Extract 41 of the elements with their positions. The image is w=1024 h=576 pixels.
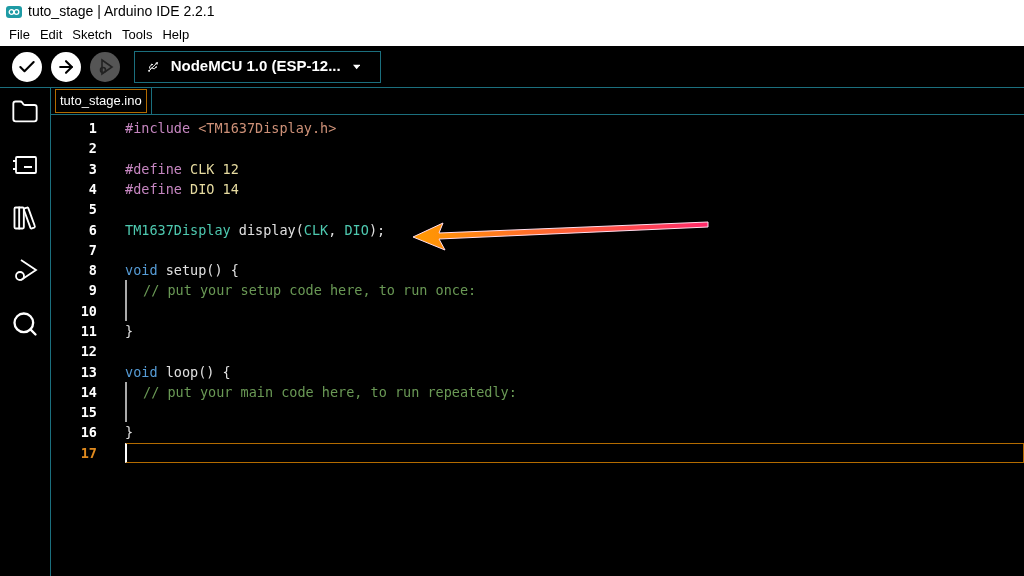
line-number: 3 [87, 159, 97, 179]
code-line: #include <TM1637Display.h> [125, 119, 337, 138]
line-number: 4 [87, 179, 97, 199]
line-number: 2 [87, 139, 97, 159]
upload-button[interactable] [51, 51, 81, 82]
file-tab[interactable]: tuto_stage.ino [55, 89, 147, 113]
menu-item[interactable]: File [4, 24, 35, 45]
search-icon[interactable] [11, 310, 39, 338]
code-line: #define DIO 14 [125, 179, 239, 199]
line-number: 6 [87, 220, 97, 240]
code-line: TM1637Display display(CLK, DIO); [125, 220, 386, 240]
menu-item[interactable]: Tools [117, 24, 158, 45]
menu-item[interactable]: Edit [34, 24, 68, 45]
line-number: 16 [79, 423, 97, 443]
line-number: 12 [79, 342, 97, 362]
code-line: } [125, 322, 134, 341]
line-number: 9 [87, 281, 97, 301]
code-line: // put your setup code here, to run once: [125, 280, 477, 301]
line-number: 5 [87, 200, 97, 220]
line-number: 14 [79, 382, 97, 402]
code-line: #define CLK 12 [125, 159, 239, 179]
line-number: 1 [87, 119, 97, 138]
line-number: 10 [79, 301, 97, 321]
line-number: 7 [87, 240, 97, 260]
window-title: tuto_stage | Arduino IDE 2.2.1 [28, 2, 215, 21]
line-number: 17 [79, 443, 97, 463]
menu-item[interactable]: Help [157, 24, 195, 45]
code-line: } [125, 423, 134, 443]
code-line: // put your main code here, to run repeatedly: [125, 381, 517, 403]
line-number: 11 [79, 322, 97, 341]
menu-item[interactable]: Sketch [67, 24, 118, 45]
line-number: 8 [87, 261, 97, 281]
line-number: 13 [79, 362, 97, 382]
code-line: void setup() { [125, 261, 239, 281]
code-line: void loop() { [125, 362, 231, 382]
library-icon[interactable] [11, 204, 39, 232]
line-number: 15 [79, 403, 97, 423]
board-selector[interactable]: NodeMCU 1.0 (ESP-12... [134, 50, 381, 83]
caret-icon [352, 63, 360, 70]
verify-button[interactable] [12, 51, 42, 82]
app-logo-icon [6, 5, 22, 18]
